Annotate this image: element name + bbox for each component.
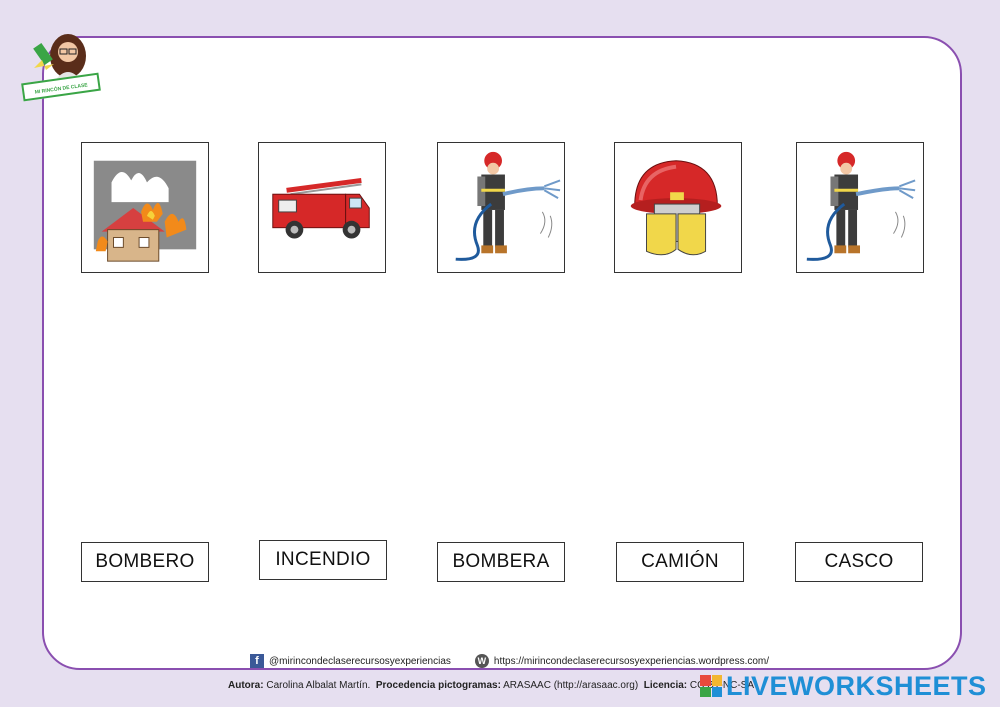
word-label-camion[interactable]: CAMIÓN [616, 542, 744, 582]
footer-credits: Autora: Carolina Albalat Martín. Procede… [228, 680, 754, 691]
burning-house-icon [93, 160, 197, 262]
facebook-handle[interactable]: @mirincondeclaserecursosyexperiencias [269, 656, 451, 667]
firefighter-hose-icon [455, 151, 561, 261]
picture-card-firefighter-2[interactable] [796, 142, 924, 273]
website-link[interactable]: https://mirincondeclaserecursosyexperien… [494, 656, 769, 667]
picture-card-helmet[interactable] [614, 142, 742, 273]
fire-truck-icon [272, 177, 370, 239]
wordpress-icon: W [474, 654, 489, 668]
brand-name: LIVEWORKSHEETS [726, 670, 987, 701]
liveworksheets-mark-icon [700, 675, 722, 697]
author-name: Carolina Albalat Martín. [266, 680, 371, 691]
firefighter-hose-icon [806, 151, 916, 261]
author-label: Autora: [228, 680, 264, 691]
picture-card-fire-truck[interactable] [258, 142, 386, 273]
word-label-incendio[interactable]: INCENDIO [259, 540, 387, 580]
picture-card-firefighter-1[interactable] [437, 142, 565, 273]
word-label-bombero[interactable]: BOMBERO [81, 542, 209, 582]
facebook-icon: f [250, 654, 264, 668]
footer-links: f @mirincondeclaserecursosyexperiencias … [250, 654, 769, 668]
picture-card-burning-house[interactable] [81, 142, 209, 273]
site-logo: MI RINCÓN DE CLASE [20, 30, 104, 106]
license-label: Licencia: [643, 680, 688, 691]
source-label: Procedencia pictogramas: [375, 680, 501, 691]
word-label-bombera[interactable]: BOMBERA [437, 542, 565, 582]
liveworksheets-logo[interactable]: LIVEWORKSHEETS [700, 670, 987, 702]
source-value: ARASAAC (http://arasaac.org) [503, 680, 639, 691]
fire-helmet-icon [630, 160, 722, 256]
word-label-casco[interactable]: CASCO [795, 542, 923, 582]
